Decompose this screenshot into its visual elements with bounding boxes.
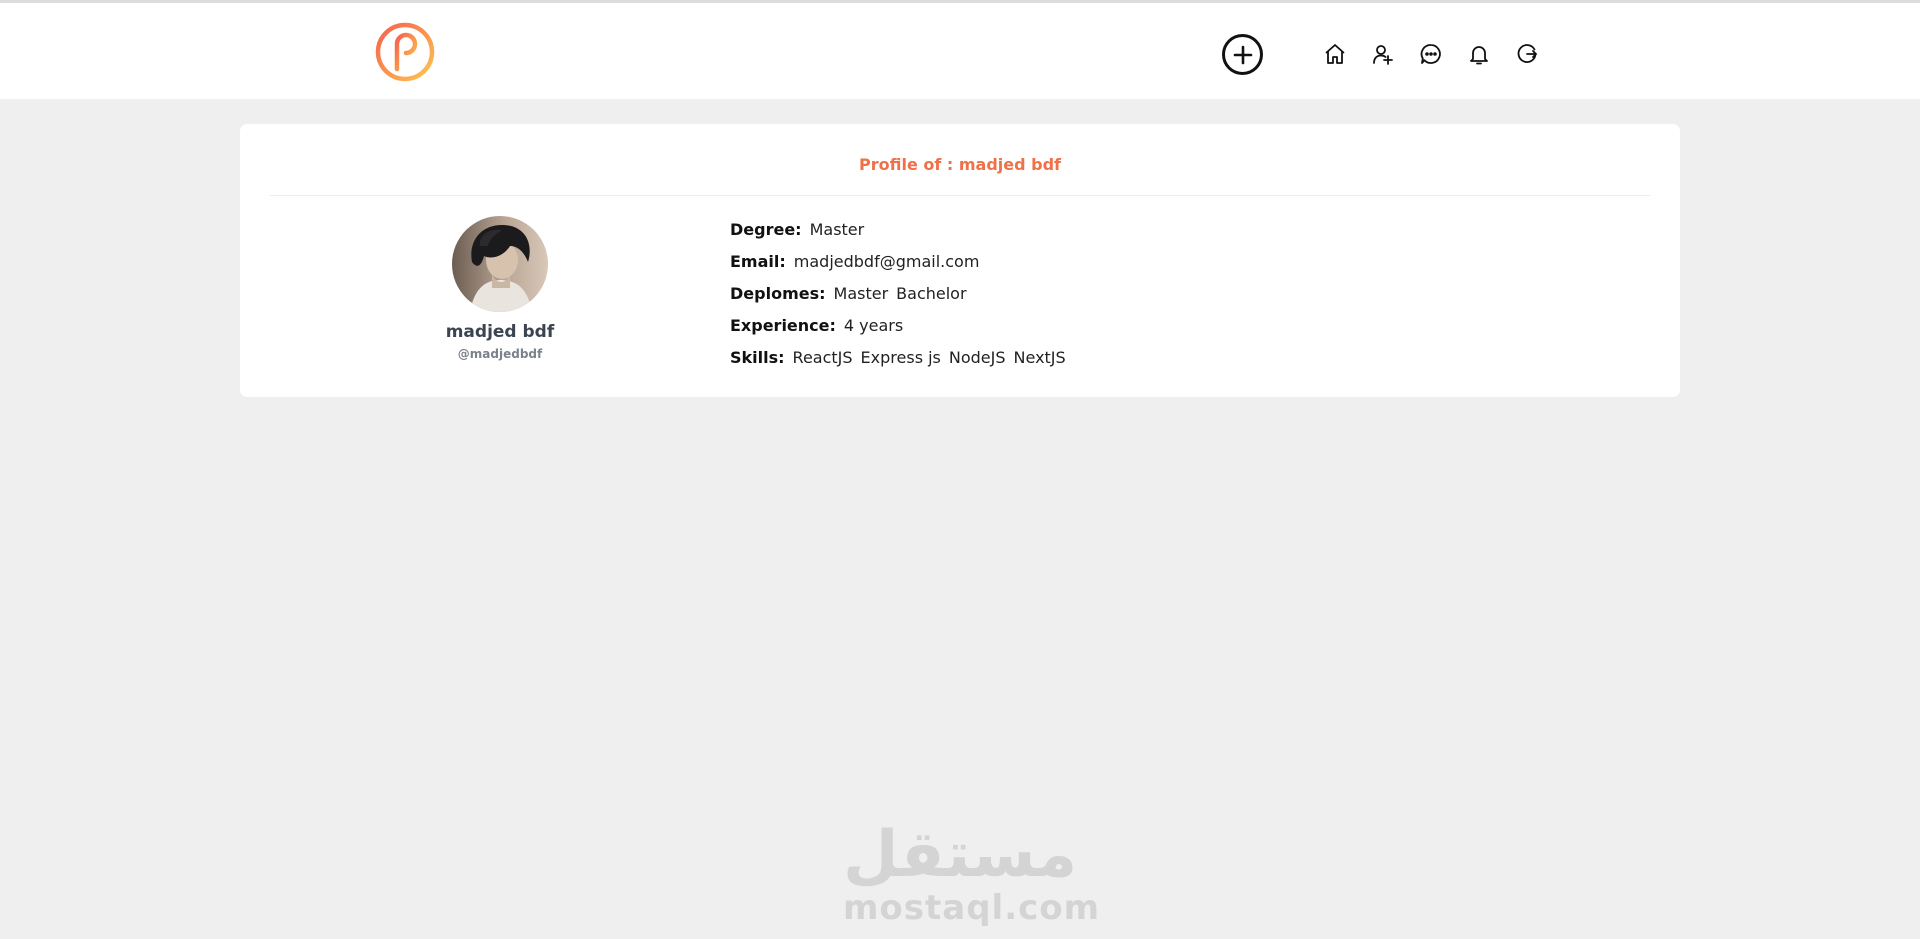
messages-button[interactable] <box>1418 41 1444 67</box>
bell-icon <box>1470 46 1488 65</box>
add-post-button[interactable] <box>1222 34 1263 75</box>
users-button[interactable] <box>1370 41 1396 67</box>
page-title: Profile of : madjed bdf <box>858 155 1061 174</box>
email-value: madjedbdf@gmail.com <box>793 251 980 271</box>
profile-details: Degree: Master Email: madjedbdf@gmail.co… <box>730 213 1074 373</box>
logo[interactable] <box>375 22 435 82</box>
deplome-item: Master <box>833 283 889 303</box>
watermark: مستقل mostaql.com <box>843 818 1101 928</box>
degree-row: Degree: Master <box>730 213 1074 245</box>
avatar-image <box>452 216 548 312</box>
email-label: Email: <box>730 251 786 271</box>
skill-item: NextJS <box>1013 347 1066 367</box>
email-row: Email: madjedbdf@gmail.com <box>730 245 1074 277</box>
avatar <box>452 216 548 312</box>
watermark-latin: mostaql.com <box>843 888 1101 928</box>
skill-item: Express js <box>860 347 941 367</box>
plus-circle-icon <box>1233 45 1252 64</box>
user-handle: @madjedbdf <box>457 347 543 361</box>
deplome-item: Bachelor <box>896 283 967 303</box>
experience-label: Experience: <box>730 315 836 335</box>
watermark-arabic: مستقل <box>843 818 1078 892</box>
experience-row: Experience: 4 years <box>730 309 1074 341</box>
profile-card: Profile of : madjed bdf madjed bdf @madj… <box>240 124 1680 397</box>
skill-item: NodeJS <box>948 347 1006 367</box>
user-name: madjed bdf <box>445 322 555 342</box>
navbar <box>0 3 1920 99</box>
notifications-button[interactable] <box>1466 41 1492 67</box>
home-icon <box>1325 44 1345 64</box>
experience-value: 4 years <box>843 315 904 335</box>
home-button[interactable] <box>1322 41 1348 67</box>
skills-label: Skills: <box>730 347 785 367</box>
chat-icon <box>1420 44 1441 64</box>
users-icon <box>1373 45 1393 65</box>
divider <box>270 195 1650 196</box>
deplomes-row: Deplomes: Master Bachelor <box>730 277 1074 309</box>
logout-icon <box>1517 44 1538 63</box>
skills-row: Skills: ReactJS Express js NodeJS NextJS <box>730 341 1074 373</box>
deplomes-label: Deplomes: <box>730 283 826 303</box>
logout-button[interactable] <box>1514 41 1540 67</box>
skill-item: ReactJS <box>792 347 853 367</box>
degree-label: Degree: <box>730 219 802 239</box>
degree-value: Master <box>809 219 865 239</box>
p-logo-icon <box>375 22 435 82</box>
